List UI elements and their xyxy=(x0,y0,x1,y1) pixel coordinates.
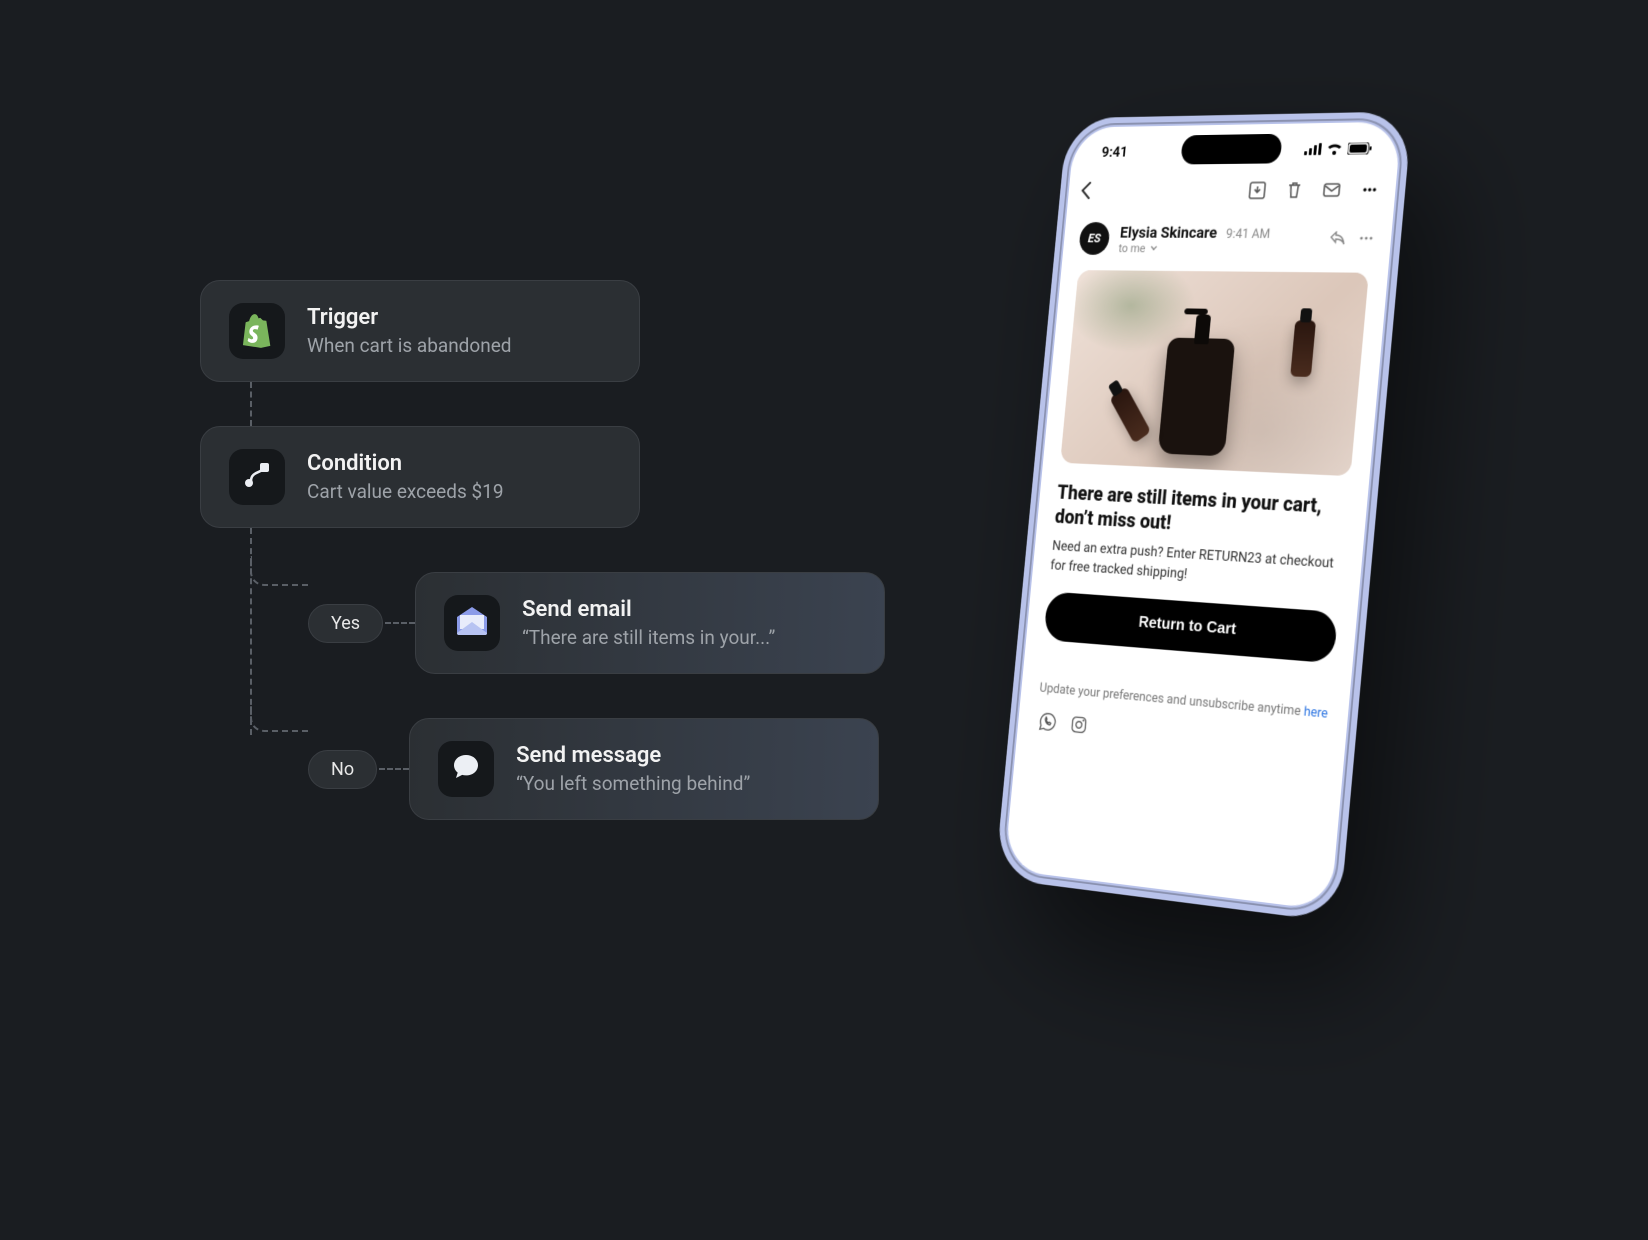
wifi-icon xyxy=(1326,143,1342,155)
instagram-icon[interactable] xyxy=(1069,714,1089,739)
trigger-subtitle: When cart is abandoned xyxy=(307,334,512,357)
branch-icon xyxy=(229,449,285,505)
yes-branch: Yes Send email “There are still items in… xyxy=(250,528,885,674)
automation-flow: Trigger When cart is abandoned Condition… xyxy=(200,280,885,820)
phone-mockup: 9:41 ES xyxy=(1008,110,1528,1150)
condition-title: Condition xyxy=(307,451,504,476)
sender-to[interactable]: to me xyxy=(1118,241,1318,256)
send-email-card[interactable]: Send email “There are still items in you… xyxy=(415,572,885,674)
email-headline: There are still items in your cart, don’… xyxy=(1054,480,1349,546)
battery-icon xyxy=(1347,142,1373,154)
return-to-cart-button[interactable]: Return to Cart xyxy=(1043,591,1338,663)
condition-card[interactable]: Condition Cart value exceeds $19 xyxy=(200,426,640,528)
send-email-title: Send email xyxy=(522,597,775,622)
condition-subtitle: Cart value exceeds $19 xyxy=(307,480,504,503)
mail-icon[interactable] xyxy=(1322,180,1341,202)
message-icon xyxy=(438,741,494,797)
signal-icon xyxy=(1304,143,1322,155)
send-message-title: Send message xyxy=(516,743,750,768)
reply-icon[interactable] xyxy=(1329,230,1346,249)
send-message-card[interactable]: Send message “You left something behind” xyxy=(409,718,879,820)
yes-pill[interactable]: Yes xyxy=(308,604,383,643)
more-icon[interactable] xyxy=(1360,180,1379,202)
status-time: 9:41 xyxy=(1101,143,1129,161)
send-email-sub: “There are still items in your...” xyxy=(522,626,775,649)
email-icon xyxy=(444,595,500,651)
sender-name: Elysia Skincare xyxy=(1119,223,1218,242)
email-body: There are still items in your cart, don’… xyxy=(1004,260,1389,911)
back-icon[interactable] xyxy=(1080,181,1093,205)
sender-row: ES Elysia Skincare 9:41 AM to me xyxy=(1062,214,1393,263)
no-pill[interactable]: No xyxy=(308,750,377,789)
shopify-icon xyxy=(229,303,285,359)
no-branch: No Send message “You left something behi… xyxy=(250,674,885,820)
product-image xyxy=(1060,270,1369,476)
sender-time: 9:41 AM xyxy=(1225,227,1270,242)
send-message-sub: “You left something behind” xyxy=(516,772,750,795)
trash-icon[interactable] xyxy=(1285,181,1304,203)
connector xyxy=(250,382,885,426)
unsubscribe-link[interactable]: here xyxy=(1303,704,1328,722)
whatsapp-icon[interactable] xyxy=(1038,711,1057,736)
trigger-title: Trigger xyxy=(307,305,512,330)
email-body-text: Need an extra push? Enter RETURN23 at ch… xyxy=(1049,536,1343,595)
trigger-card[interactable]: Trigger When cart is abandoned xyxy=(200,280,640,382)
chevron-down-icon xyxy=(1149,246,1157,252)
more-icon[interactable] xyxy=(1358,230,1375,249)
sender-avatar[interactable]: ES xyxy=(1078,222,1110,255)
archive-icon[interactable] xyxy=(1248,181,1267,203)
